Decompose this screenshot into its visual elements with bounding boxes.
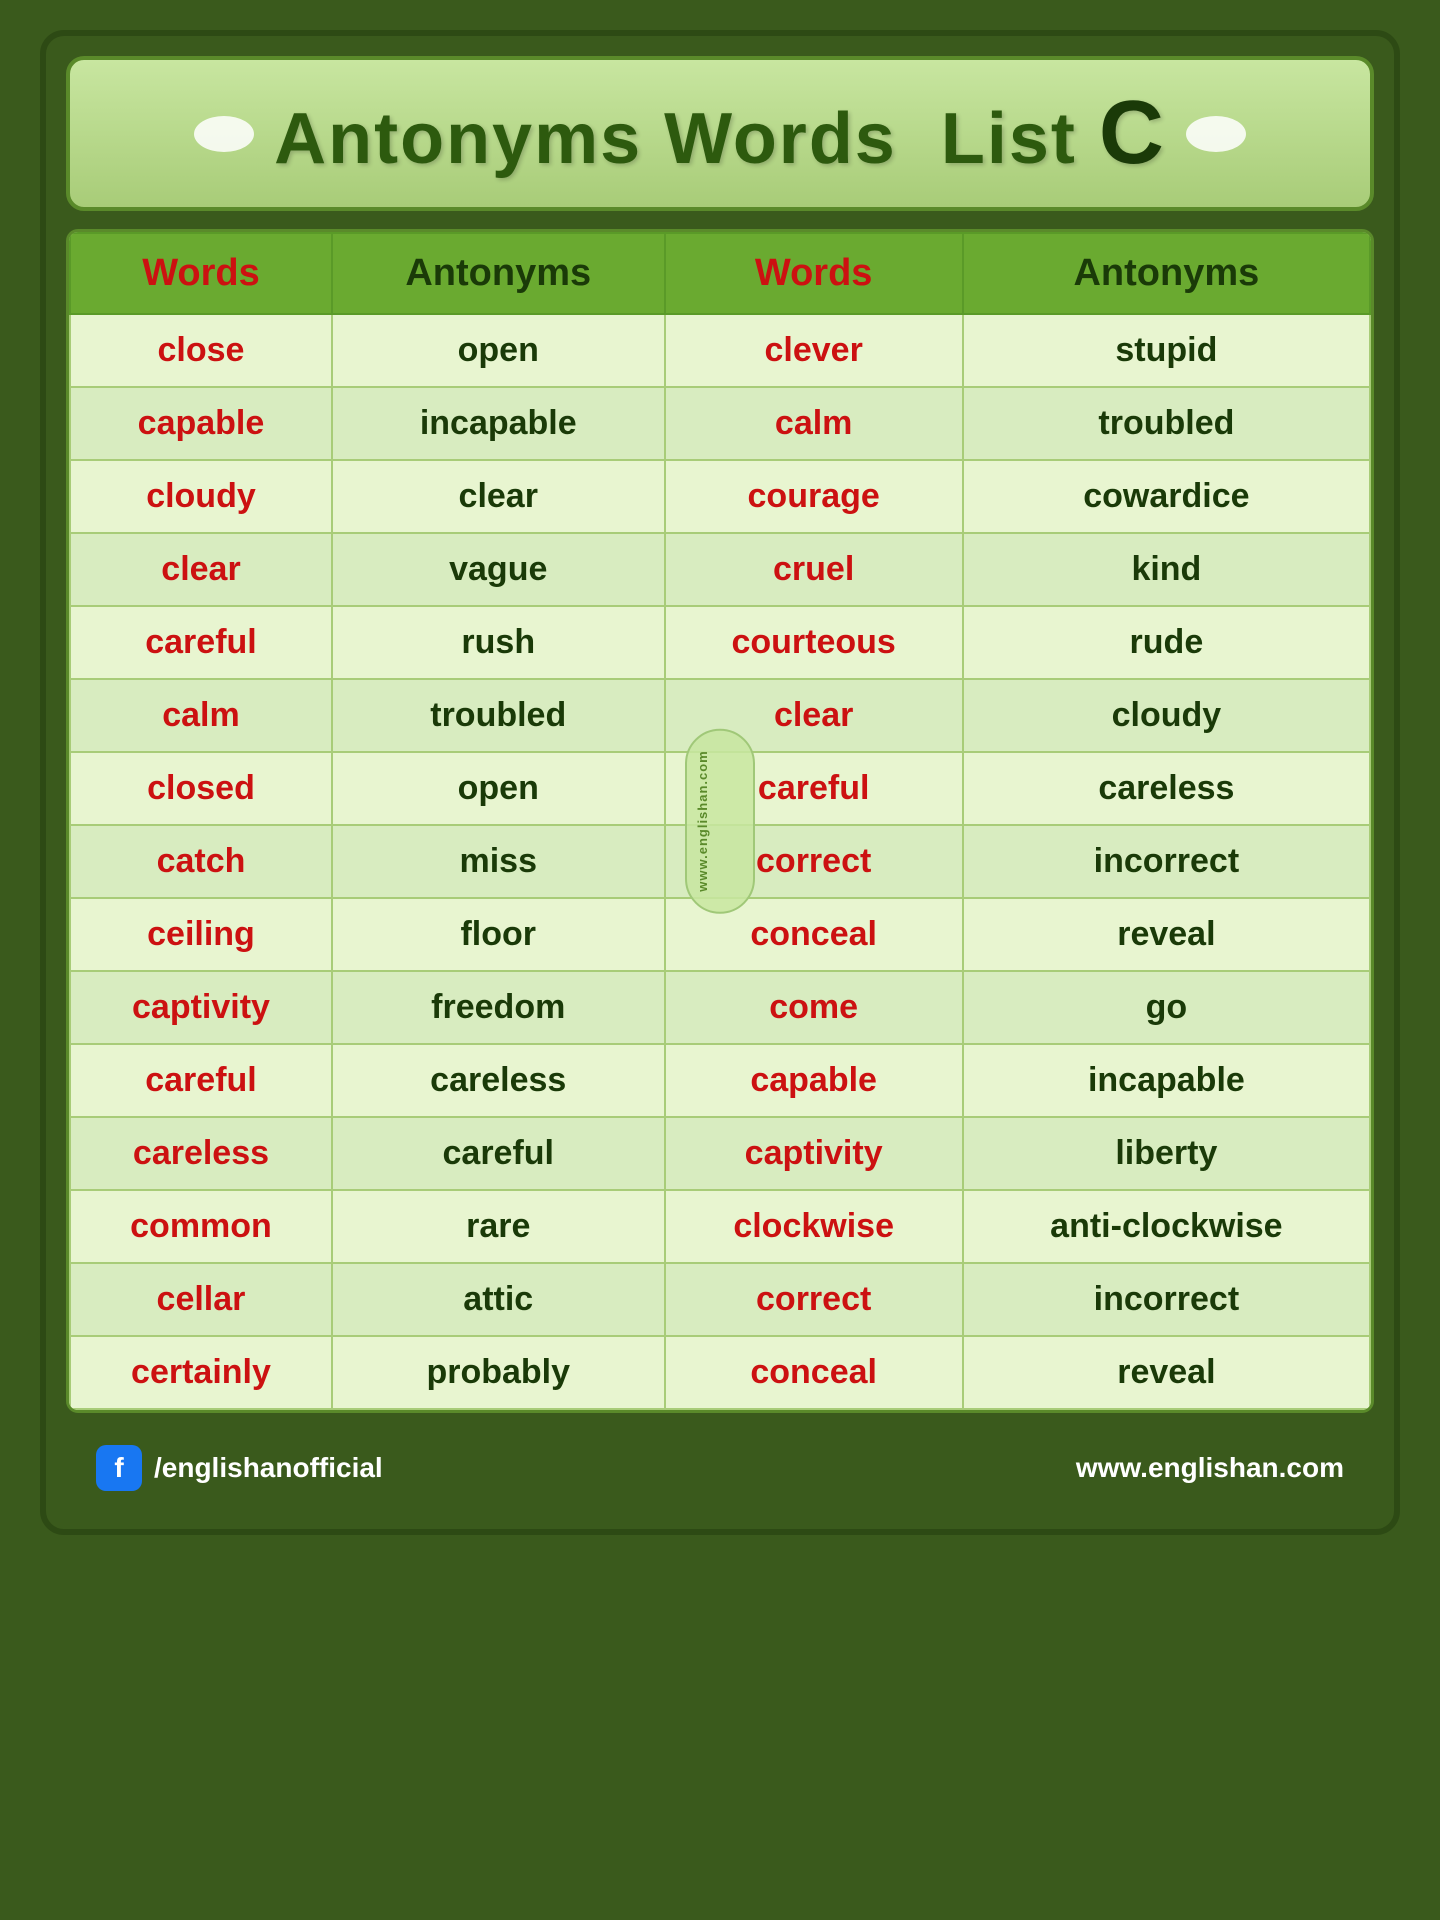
antonym-cell-left: freedom — [332, 971, 665, 1044]
antonym-cell-right: rude — [963, 606, 1370, 679]
antonym-cell-right: troubled — [963, 387, 1370, 460]
col-header-antonyms1: Antonyms — [332, 233, 665, 314]
footer-website: www.englishan.com — [1076, 1452, 1344, 1484]
table-row: capableincapablecalmtroubled — [70, 387, 1370, 460]
table-row: carefulrushcourteousrude — [70, 606, 1370, 679]
antonym-cell-left: open — [332, 752, 665, 825]
footer: f /englishanofficial www.englishan.com — [66, 1427, 1374, 1509]
word-cell-right: courage — [665, 460, 963, 533]
antonym-cell-left: careless — [332, 1044, 665, 1117]
antonym-cell-right: incapable — [963, 1044, 1370, 1117]
antonym-cell-right: kind — [963, 533, 1370, 606]
antonym-cell-right: go — [963, 971, 1370, 1044]
antonym-cell-left: probably — [332, 1336, 665, 1409]
table-row: cloudyclearcouragecowardice — [70, 460, 1370, 533]
social-handle: /englishanofficial — [154, 1452, 383, 1484]
table-row: carefulcarelesscapableincapable — [70, 1044, 1370, 1117]
word-cell-right: capable — [665, 1044, 963, 1117]
antonym-cell-right: stupid — [963, 314, 1370, 387]
page-wrapper: Antonyms Words List C www.englishan.com … — [40, 30, 1400, 1535]
antonym-cell-left: floor — [332, 898, 665, 971]
antonym-cell-right: reveal — [963, 898, 1370, 971]
letter-c: C — [1099, 83, 1166, 183]
antonym-cell-right: incorrect — [963, 825, 1370, 898]
word-cell-right: come — [665, 971, 963, 1044]
word-cell-right: calm — [665, 387, 963, 460]
header-title: Antonyms Words List C — [274, 82, 1166, 185]
table-row: ceilingfloorconcealreveal — [70, 898, 1370, 971]
antonym-cell-right: careless — [963, 752, 1370, 825]
word-cell-left: cloudy — [70, 460, 332, 533]
word-cell-left: careful — [70, 606, 332, 679]
word-cell-left: clear — [70, 533, 332, 606]
antonym-cell-left: vague — [332, 533, 665, 606]
facebook-icon: f — [96, 1445, 142, 1491]
antonym-cell-right: cloudy — [963, 679, 1370, 752]
word-cell-right: careful — [665, 752, 963, 825]
antonym-cell-right: incorrect — [963, 1263, 1370, 1336]
col-header-antonyms2: Antonyms — [963, 233, 1370, 314]
header-oval-right — [1186, 116, 1246, 152]
word-cell-right: courteous — [665, 606, 963, 679]
header: Antonyms Words List C — [66, 56, 1374, 211]
word-cell-right: cruel — [665, 533, 963, 606]
word-cell-left: closed — [70, 752, 332, 825]
antonym-cell-left: careful — [332, 1117, 665, 1190]
word-cell-right: clear — [665, 679, 963, 752]
antonyms-table: Words Antonyms Words Antonyms closeopenc… — [69, 232, 1371, 1410]
word-cell-left: close — [70, 314, 332, 387]
table-row: closeopencleverstupid — [70, 314, 1370, 387]
word-cell-left: capable — [70, 387, 332, 460]
word-cell-left: captivity — [70, 971, 332, 1044]
col-header-words2: Words — [665, 233, 963, 314]
antonym-cell-right: liberty — [963, 1117, 1370, 1190]
word-cell-right: correct — [665, 825, 963, 898]
antonym-cell-left: incapable — [332, 387, 665, 460]
word-cell-right: conceal — [665, 1336, 963, 1409]
header-oval-left — [194, 116, 254, 152]
antonym-cell-left: open — [332, 314, 665, 387]
antonym-cell-left: miss — [332, 825, 665, 898]
table-row: cellaratticcorrectincorrect — [70, 1263, 1370, 1336]
table-row: closedopencarefulcareless — [70, 752, 1370, 825]
word-cell-left: ceiling — [70, 898, 332, 971]
word-cell-left: cellar — [70, 1263, 332, 1336]
table-header-row: Words Antonyms Words Antonyms — [70, 233, 1370, 314]
table-row: clearvaguecruelkind — [70, 533, 1370, 606]
table-container: www.englishan.com Words Antonyms Words A… — [66, 229, 1374, 1413]
table-row: calmtroubledclearcloudy — [70, 679, 1370, 752]
table-row: carelesscarefulcaptivityliberty — [70, 1117, 1370, 1190]
col-header-words1: Words — [70, 233, 332, 314]
table-row: certainlyprobablyconcealreveal — [70, 1336, 1370, 1409]
word-cell-right: clever — [665, 314, 963, 387]
word-cell-left: catch — [70, 825, 332, 898]
antonym-cell-right: anti-clockwise — [963, 1190, 1370, 1263]
word-cell-left: careless — [70, 1117, 332, 1190]
antonym-cell-left: troubled — [332, 679, 665, 752]
antonym-cell-right: cowardice — [963, 460, 1370, 533]
word-cell-right: clockwise — [665, 1190, 963, 1263]
word-cell-left: careful — [70, 1044, 332, 1117]
antonym-cell-right: reveal — [963, 1336, 1370, 1409]
footer-social: f /englishanofficial — [96, 1445, 383, 1491]
antonym-cell-left: attic — [332, 1263, 665, 1336]
word-cell-right: captivity — [665, 1117, 963, 1190]
antonym-cell-left: clear — [332, 460, 665, 533]
table-row: catchmisscorrectincorrect — [70, 825, 1370, 898]
word-cell-right: correct — [665, 1263, 963, 1336]
word-cell-left: common — [70, 1190, 332, 1263]
word-cell-right: conceal — [665, 898, 963, 971]
table-row: commonrareclockwiseanti-clockwise — [70, 1190, 1370, 1263]
antonym-cell-left: rush — [332, 606, 665, 679]
table-row: captivityfreedomcomego — [70, 971, 1370, 1044]
word-cell-left: calm — [70, 679, 332, 752]
word-cell-left: certainly — [70, 1336, 332, 1409]
antonym-cell-left: rare — [332, 1190, 665, 1263]
